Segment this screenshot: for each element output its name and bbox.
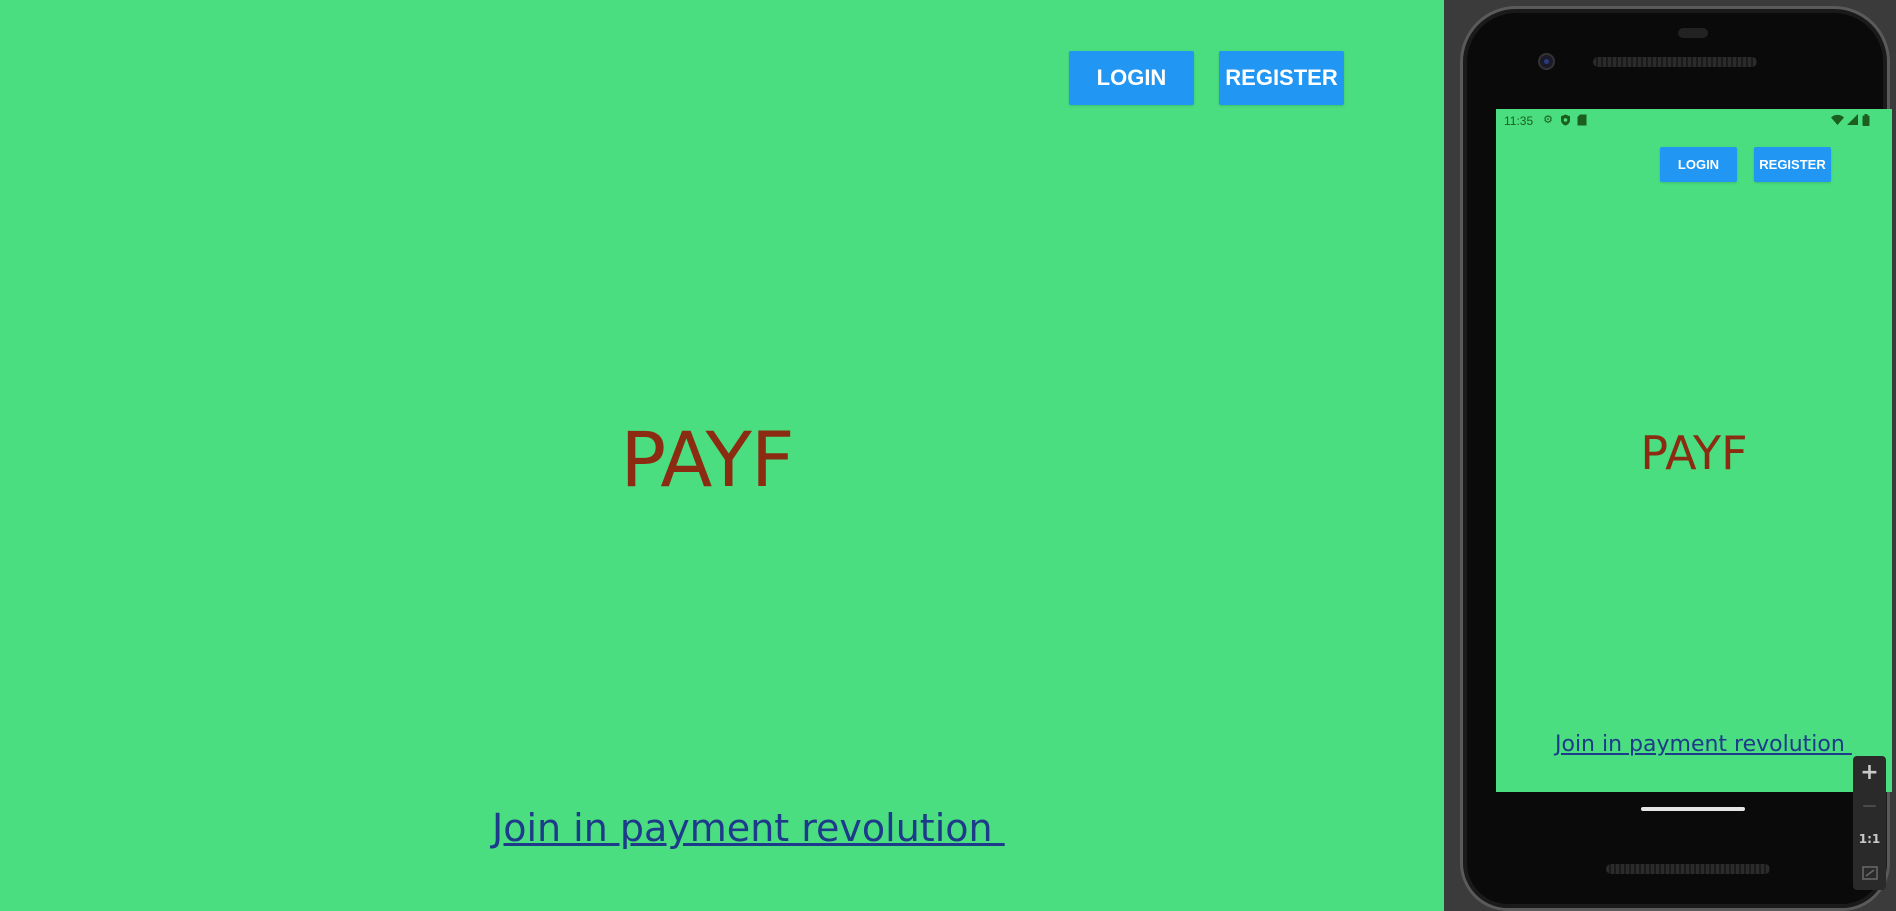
sd-card-icon [1576, 114, 1588, 126]
zoom-controls: + — 1:1 [1853, 756, 1886, 890]
bottom-speaker [1606, 864, 1770, 874]
phone-top-slot [1678, 28, 1708, 38]
signal-icon [1846, 114, 1858, 126]
wifi-icon [1831, 114, 1844, 126]
web-view: LOGIN REGISTER PAYF Join in payment revo… [0, 0, 1444, 911]
phone-join-link[interactable]: Join in payment revolution [1555, 732, 1852, 757]
shield-icon [1559, 114, 1571, 126]
actual-size-button[interactable]: 1:1 [1853, 822, 1886, 855]
zoom-out-icon[interactable]: — [1853, 789, 1886, 822]
emulator-panel: 11:35 ⚙ LOGIN REGISTER PAYF Join in paym… [1444, 0, 1896, 911]
front-camera-icon [1538, 53, 1555, 70]
status-bar: 11:35 ⚙ [1496, 109, 1892, 133]
login-button[interactable]: LOGIN [1069, 51, 1194, 105]
phone-register-button[interactable]: REGISTER [1754, 147, 1831, 182]
settings-icon: ⚙ [1543, 114, 1553, 126]
phone-frame: 11:35 ⚙ LOGIN REGISTER PAYF Join in paym… [1460, 6, 1892, 911]
zoom-in-icon[interactable]: + [1853, 756, 1886, 789]
home-indicator[interactable] [1641, 807, 1745, 811]
phone-login-button[interactable]: LOGIN [1660, 147, 1737, 182]
join-link[interactable]: Join in payment revolution [492, 806, 1005, 850]
battery-icon [1860, 114, 1872, 126]
register-button[interactable]: REGISTER [1219, 51, 1344, 105]
phone-screen: 11:35 ⚙ LOGIN REGISTER PAYF Join in paym… [1496, 109, 1892, 792]
phone-app-title: PAYF [1640, 426, 1748, 480]
app-title: PAYF [620, 415, 794, 504]
status-time: 11:35 [1504, 114, 1534, 128]
fit-screen-icon[interactable] [1853, 856, 1886, 889]
earpiece-speaker [1593, 57, 1757, 67]
